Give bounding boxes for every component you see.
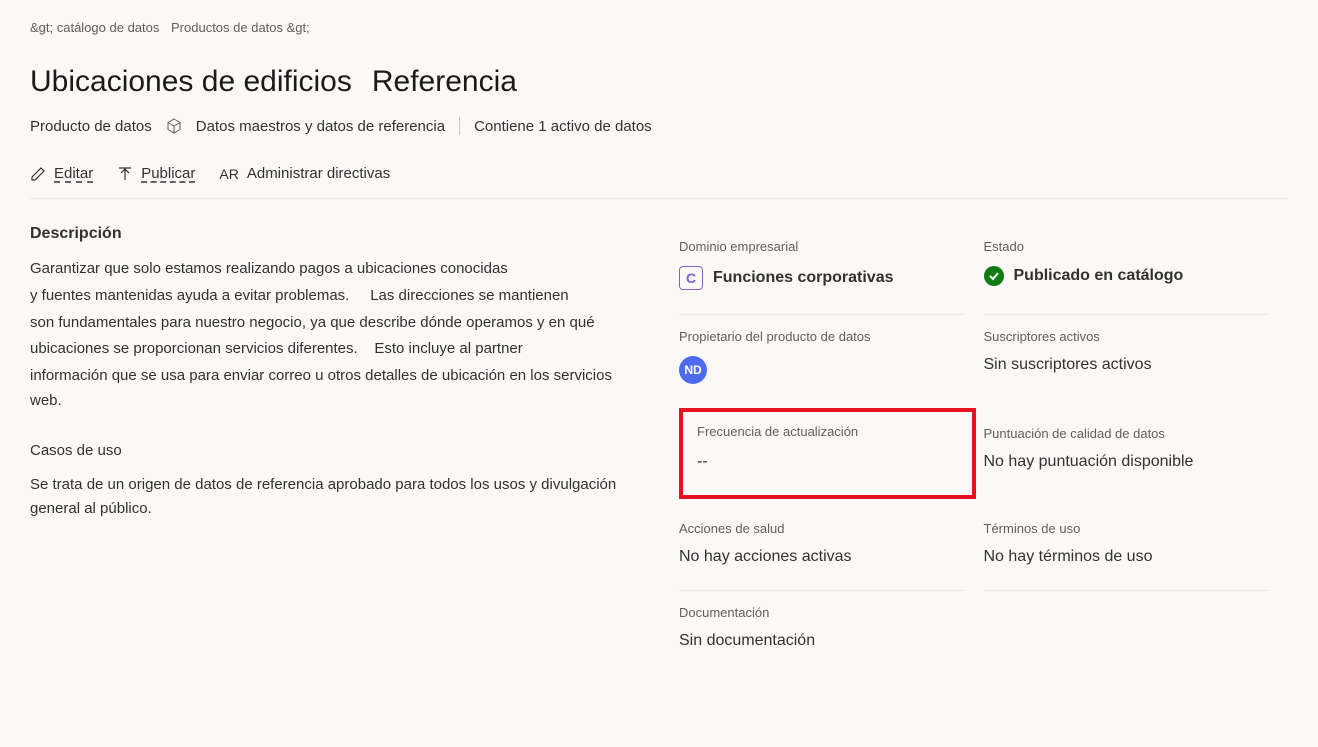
terms-value: No hay términos de uso <box>984 548 1269 566</box>
use-cases-label: Casos de uso <box>30 442 639 459</box>
desc-line-2: y fuentes mantenidas ayuda a evitar prob… <box>30 284 639 309</box>
status-label: Estado <box>984 239 1269 254</box>
type-label: Producto de datos <box>30 118 152 135</box>
desc-line-4: ubicaciones se proporcionan servicios di… <box>30 337 639 362</box>
terms-cell: Términos de uso No hay términos de uso <box>984 507 1269 591</box>
owner-avatar[interactable]: ND <box>679 356 707 384</box>
owner-cell: Propietario del producto de datos ND <box>679 315 964 408</box>
quality-value: No hay puntuación disponible <box>984 453 1269 471</box>
breadcrumb[interactable]: &gt; catálogo de datos Productos de dato… <box>30 20 1288 35</box>
status-cell: Estado Publicado en catálogo <box>984 225 1269 315</box>
content-area: Descripción Garantizar que solo estamos … <box>30 225 1288 674</box>
ar-badge: AR <box>219 166 238 182</box>
breadcrumb-products[interactable]: Productos de datos &gt; <box>171 20 310 35</box>
cube-icon <box>166 118 182 134</box>
domain-badge-icon: C <box>679 266 703 290</box>
update-freq-value: -- <box>697 453 958 471</box>
category-label: Datos maestros y datos de referencia <box>196 118 445 135</box>
update-frequency-highlight: Frecuencia de actualización -- <box>679 408 976 499</box>
health-cell: Acciones de salud No hay acciones activa… <box>679 507 964 591</box>
left-column: Descripción Garantizar que solo estamos … <box>30 225 639 674</box>
subscribers-cell: Suscriptores activos Sin suscriptores ac… <box>984 315 1269 408</box>
meta-row: Producto de datos Datos maestros y datos… <box>30 117 1288 135</box>
publish-label: Publicar <box>141 165 195 182</box>
description-text: Garantizar que solo estamos realizando p… <box>30 257 639 414</box>
terms-label: Términos de uso <box>984 521 1269 536</box>
docs-value: Sin documentación <box>679 632 1268 650</box>
subscribers-value: Sin suscriptores activos <box>984 356 1269 374</box>
use-cases-text: Se trata de un origen de datos de refere… <box>30 473 639 521</box>
domain-value: C Funciones corporativas <box>679 266 964 290</box>
quality-label: Puntuación de calidad de datos <box>984 426 1269 441</box>
domain-label: Dominio empresarial <box>679 239 964 254</box>
domain-cell: Dominio empresarial C Funciones corporat… <box>679 225 964 315</box>
upload-icon <box>117 166 133 182</box>
owner-value: ND <box>679 356 964 384</box>
pencil-icon <box>30 166 46 182</box>
owner-label: Propietario del producto de datos <box>679 329 964 344</box>
desc-line-5: información que se usa para enviar corre… <box>30 364 639 414</box>
health-label: Acciones de salud <box>679 521 964 536</box>
edit-button[interactable]: Editar <box>30 165 93 182</box>
checkmark-icon <box>984 266 1004 286</box>
description-label: Descripción <box>30 225 639 243</box>
meta-divider <box>459 117 460 135</box>
health-value: No hay acciones activas <box>679 548 964 566</box>
quality-cell: Puntuación de calidad de datos No hay pu… <box>984 408 1269 507</box>
asset-count: Contiene 1 activo de datos <box>474 118 652 135</box>
docs-cell: Documentación Sin documentación <box>679 591 1268 674</box>
status-text: Publicado en catálogo <box>1014 267 1184 285</box>
edit-label: Editar <box>54 165 93 182</box>
desc-line-3: son fundamentales para nuestro negocio, … <box>30 311 639 336</box>
breadcrumb-catalog[interactable]: &gt; catálogo de datos <box>30 20 159 35</box>
domain-text: Funciones corporativas <box>713 269 894 287</box>
manage-policies-label: Administrar directivas <box>247 165 390 182</box>
status-value: Publicado en catálogo <box>984 266 1269 286</box>
page-subtitle: Referencia <box>372 65 517 99</box>
page-title: Ubicaciones de edificios <box>30 65 352 99</box>
update-freq-label: Frecuencia de actualización <box>697 424 958 439</box>
subscribers-label: Suscriptores activos <box>984 329 1269 344</box>
desc-line-1: Garantizar que solo estamos realizando p… <box>30 257 639 282</box>
publish-button[interactable]: Publicar <box>117 165 195 182</box>
manage-policies-button[interactable]: AR Administrar directivas <box>219 165 390 182</box>
docs-label: Documentación <box>679 605 1268 620</box>
title-row: Ubicaciones de edificios Referencia <box>30 65 1288 99</box>
actions-row: Editar Publicar AR Administrar directiva… <box>30 165 1288 199</box>
right-column: Dominio empresarial C Funciones corporat… <box>679 225 1288 674</box>
